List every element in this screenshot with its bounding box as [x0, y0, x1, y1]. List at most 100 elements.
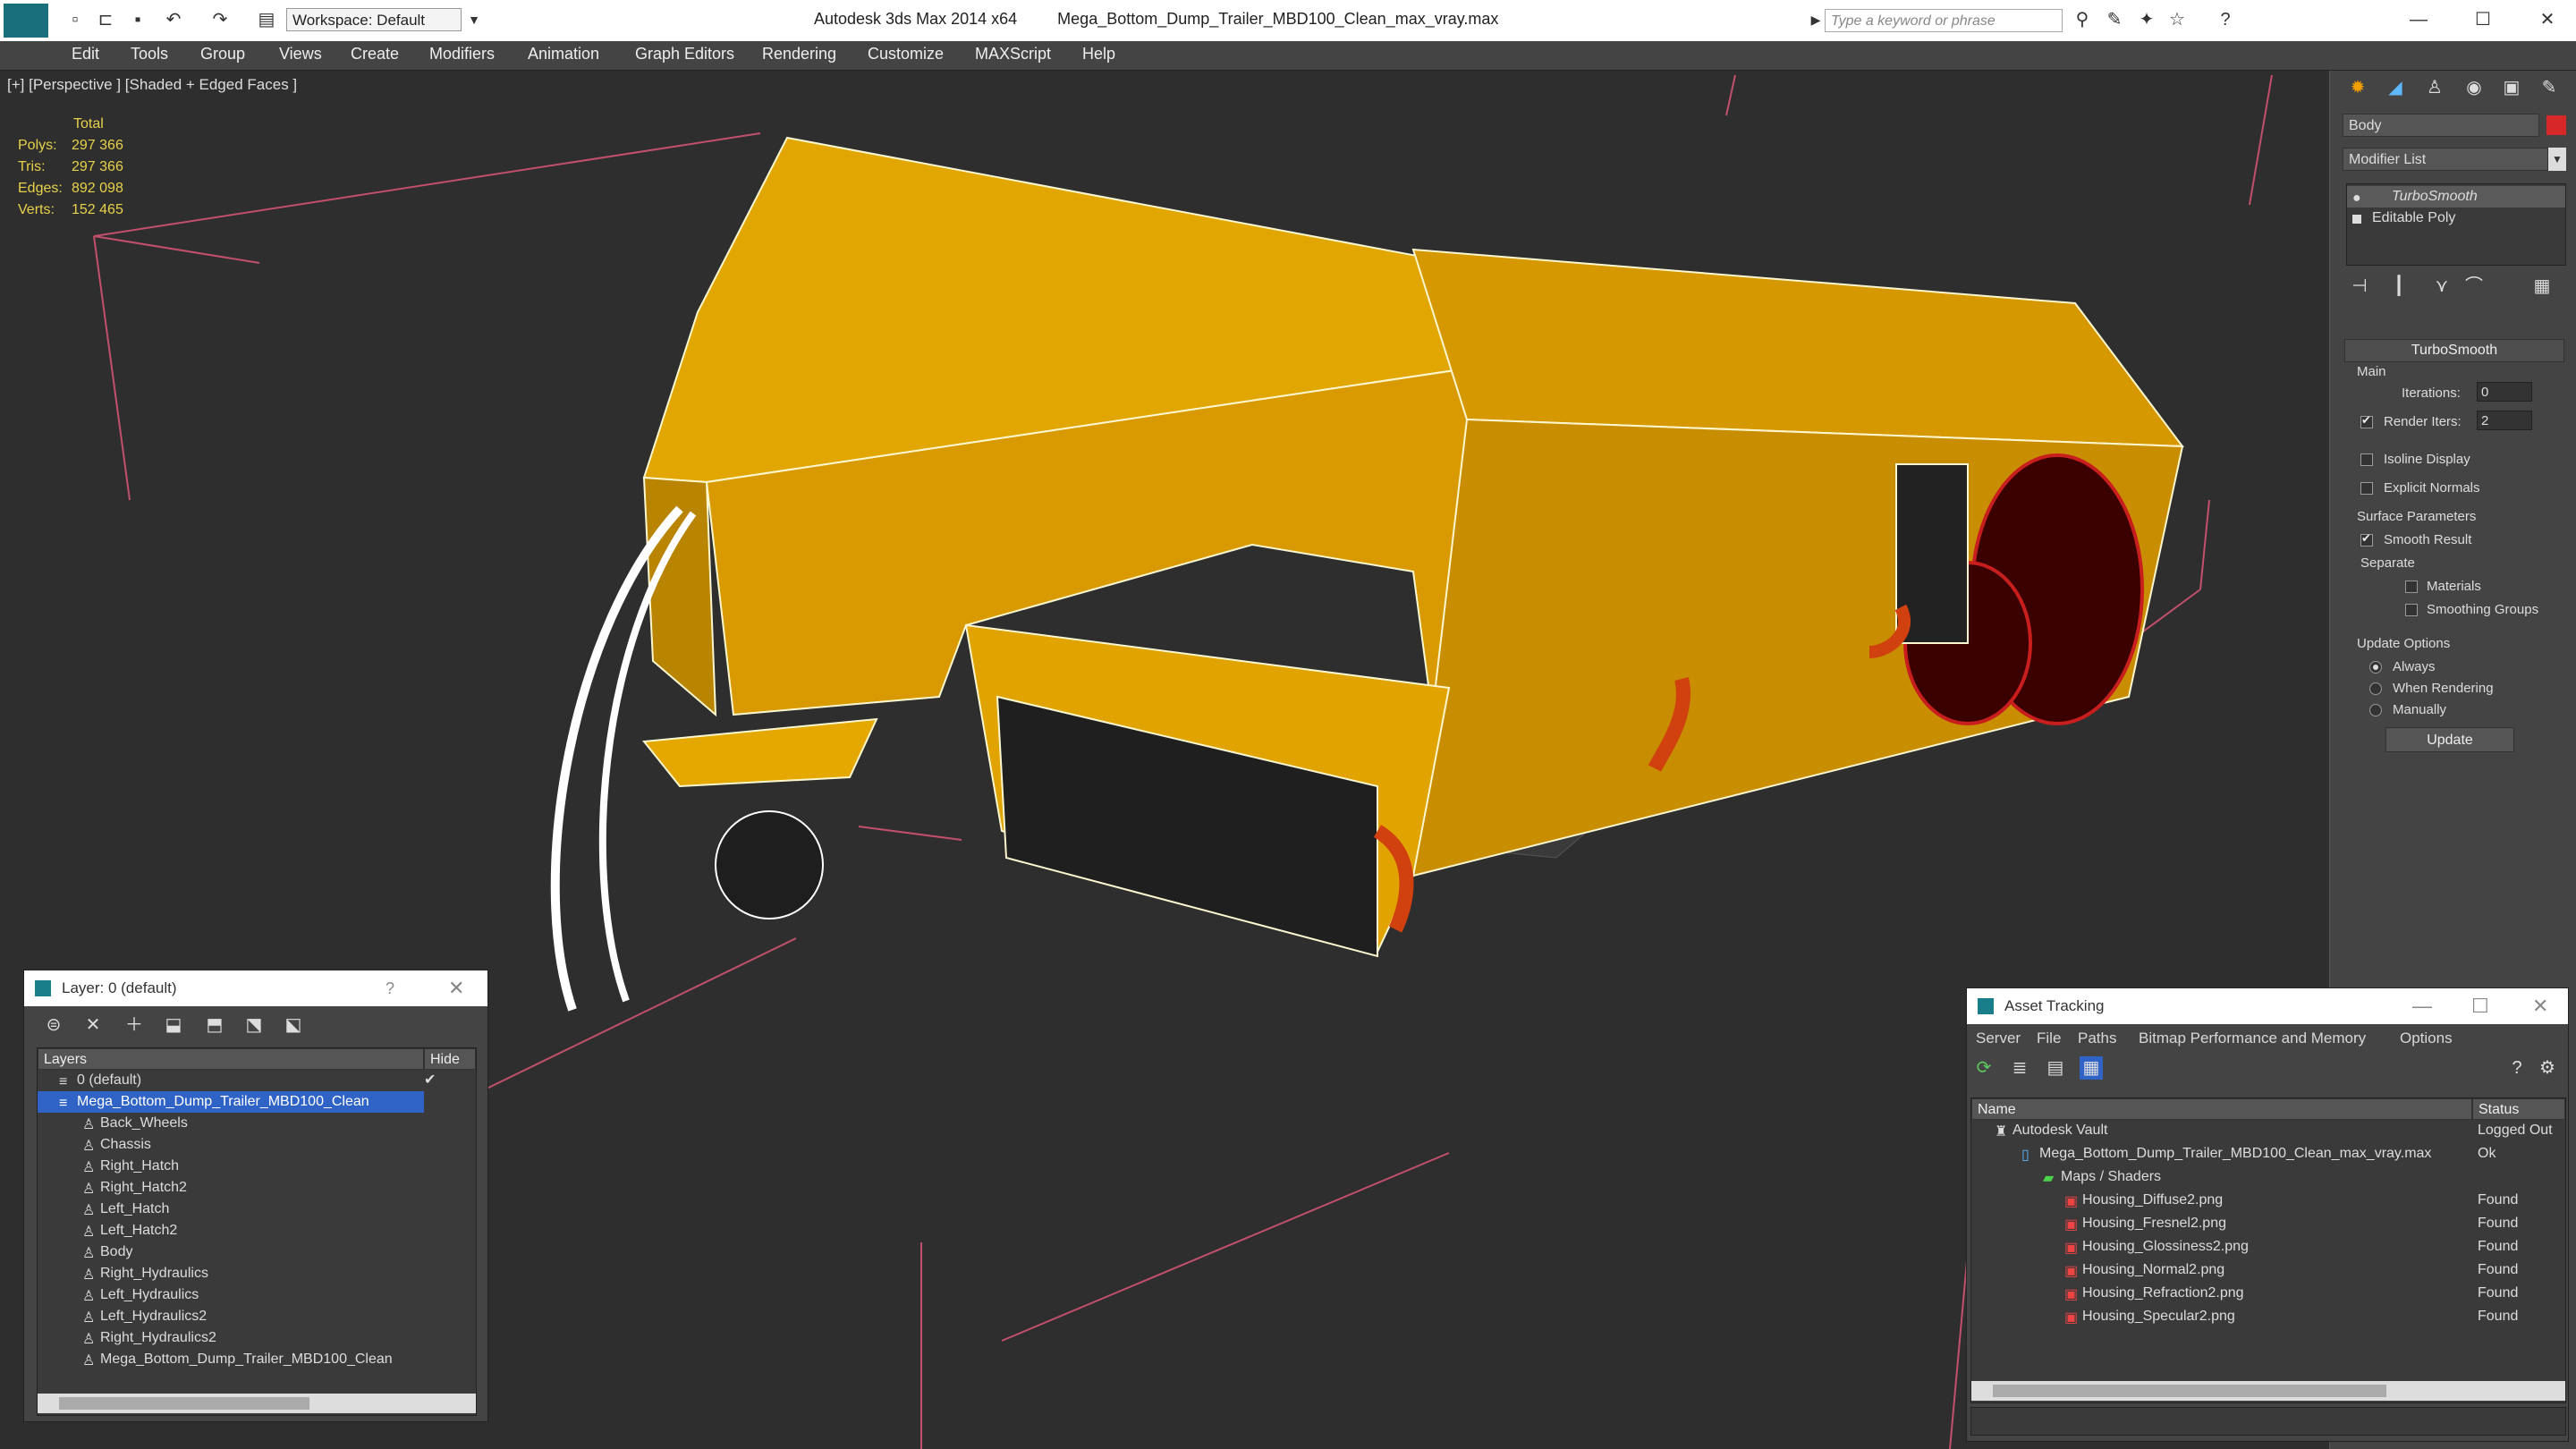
freeze-all-icon[interactable]: ⬕ — [282, 1013, 305, 1037]
menu-maxscript[interactable]: MAXScript — [975, 45, 1051, 64]
motion-tab-icon[interactable]: ◉ — [2462, 76, 2486, 99]
object-color-swatch[interactable] — [2546, 115, 2566, 135]
close-icon[interactable]: ✕ — [448, 970, 464, 1006]
asset-menu-server[interactable]: Server — [1976, 1030, 2021, 1047]
favorites-star-icon[interactable]: ☆ — [2165, 7, 2190, 32]
maximize-icon[interactable]: ☐ — [2471, 988, 2489, 1024]
smoothing-groups-checkbox[interactable] — [2405, 604, 2418, 616]
delete-layer-icon[interactable]: ✕ — [81, 1013, 105, 1037]
update-manually-radio[interactable] — [2369, 704, 2382, 716]
menu-rendering[interactable]: Rendering — [762, 45, 836, 64]
menu-modifiers[interactable]: Modifiers — [429, 45, 495, 64]
stack-item-turbosmooth[interactable]: ● TurboSmooth — [2347, 186, 2565, 208]
render-iters-spinner[interactable]: 2 — [2477, 411, 2532, 430]
grid-view-icon[interactable]: ▦ — [2080, 1056, 2103, 1080]
iterations-spinner[interactable]: 0 — [2477, 382, 2532, 402]
layer-object-row[interactable]: ♙ Chassis — [38, 1134, 476, 1156]
checkmark-icon[interactable]: ✔ — [424, 1070, 436, 1091]
asset-row[interactable]: ▣ Housing_Diffuse2.png Found — [1971, 1190, 2565, 1211]
hide-column-header[interactable]: Hide — [424, 1048, 476, 1070]
name-column-header[interactable]: Name — [1971, 1098, 2472, 1120]
asset-horizontal-scrollbar[interactable] — [1971, 1381, 2565, 1401]
search-input[interactable]: Type a keyword or phrase — [1825, 9, 2063, 32]
workspace-dropdown[interactable]: Workspace: Default — [286, 8, 462, 31]
asset-row[interactable]: ▯ Mega_Bottom_Dump_Trailer_MBD100_Clean_m… — [1971, 1143, 2565, 1165]
undo-icon[interactable]: ↶ — [161, 7, 186, 32]
turbosmooth-rollout-title[interactable]: TurboSmooth — [2344, 339, 2564, 362]
expand-box-icon[interactable] — [2352, 215, 2361, 224]
open-file-icon[interactable]: ⊏ — [93, 7, 118, 32]
layer-object-row[interactable]: ♙ Right_Hydraulics — [38, 1263, 476, 1284]
status-column-header[interactable]: Status — [2472, 1098, 2565, 1120]
object-name-field[interactable]: Body — [2343, 114, 2539, 137]
hierarchy-tab-icon[interactable]: ♙ — [2423, 76, 2446, 99]
asset-menu-paths[interactable]: Paths — [2078, 1030, 2116, 1047]
modifier-list-dropdown[interactable]: Modifier List — [2343, 148, 2548, 171]
asset-scrollbar-thumb[interactable] — [1993, 1385, 2386, 1397]
select-objects-icon[interactable]: ⬓ — [162, 1013, 185, 1037]
close-icon[interactable]: ✕ — [2535, 7, 2560, 32]
layer-row[interactable]: ≡ Mega_Bottom_Dump_Trailer_MBD100_Clean — [38, 1091, 424, 1113]
asset-row[interactable]: ▣ Housing_Refraction2.png Found — [1971, 1283, 2565, 1304]
list-view-icon[interactable]: ≣ — [2008, 1056, 2031, 1080]
asset-menu-options[interactable]: Options — [2400, 1030, 2453, 1047]
layer-object-row[interactable]: ♙ Right_Hydraulics2 — [38, 1327, 476, 1349]
menu-group[interactable]: Group — [200, 45, 245, 64]
maximize-icon[interactable]: ☐ — [2470, 7, 2496, 32]
app-logo-icon[interactable] — [4, 4, 48, 38]
menu-tools[interactable]: Tools — [131, 45, 168, 64]
configure-modifier-sets-icon[interactable]: ▦ — [2530, 275, 2554, 298]
help-icon[interactable]: ? — [386, 970, 394, 1006]
binoculars-icon[interactable]: ⚲ — [2070, 7, 2095, 32]
asset-row[interactable]: ▣ Housing_Normal2.png Found — [1971, 1259, 2565, 1281]
update-when-rendering-radio[interactable] — [2369, 682, 2382, 695]
horizontal-scrollbar[interactable] — [38, 1394, 476, 1413]
project-folder-icon[interactable]: ▤ — [254, 7, 279, 32]
hide-all-icon[interactable]: ⬔ — [242, 1013, 266, 1037]
menu-customize[interactable]: Customize — [868, 45, 944, 64]
help-icon[interactable]: ? — [2505, 1056, 2529, 1080]
settings-icon[interactable]: ⚙ — [2536, 1056, 2559, 1080]
materials-checkbox[interactable] — [2405, 580, 2418, 593]
remove-modifier-icon[interactable]: ⌒ — [2462, 275, 2486, 298]
asset-row[interactable]: ♜ Autodesk Vault Logged Out — [1971, 1120, 2565, 1141]
save-file-icon[interactable]: ▪ — [125, 7, 150, 32]
close-icon[interactable]: ✕ — [2532, 988, 2548, 1024]
workspace-chevron-down-icon[interactable]: ▼ — [462, 7, 487, 32]
modifier-list-chevron-down-icon[interactable]: ▼ — [2548, 148, 2566, 171]
asset-path-field[interactable] — [1970, 1407, 2566, 1436]
modify-tab-curve-icon[interactable]: ◢ — [2384, 76, 2407, 99]
asset-row[interactable]: ▣ Housing_Specular2.png Found — [1971, 1306, 2565, 1327]
highlight-layer-icon[interactable]: ⬒ — [203, 1013, 226, 1037]
menu-animation[interactable]: Animation — [528, 45, 599, 64]
redo-icon[interactable]: ↷ — [208, 7, 233, 32]
layer-object-row[interactable]: ♙ Mega_Bottom_Dump_Trailer_MBD100_Clean — [38, 1349, 476, 1370]
scrollbar-thumb[interactable] — [59, 1397, 309, 1410]
layer-object-row[interactable]: ♙ Left_Hatch2 — [38, 1220, 476, 1241]
update-button[interactable]: Update — [2385, 727, 2514, 752]
layer-row[interactable]: ≡ 0 (default) ✔ — [38, 1070, 476, 1091]
layer-object-row[interactable]: ♙ Right_Hatch — [38, 1156, 476, 1177]
stack-item-editable-poly[interactable]: Editable Poly — [2347, 208, 2565, 229]
communication-icon[interactable]: ✦ — [2134, 7, 2159, 32]
asset-row[interactable]: ▰ Maps / Shaders — [1971, 1166, 2565, 1188]
help-icon[interactable]: ? — [2213, 7, 2238, 32]
make-unique-icon[interactable]: ⋎ — [2430, 275, 2453, 298]
subscription-icon[interactable]: ✎ — [2102, 7, 2127, 32]
menu-create[interactable]: Create — [351, 45, 399, 64]
table-view-icon[interactable]: ▤ — [2044, 1056, 2067, 1080]
layer-object-row[interactable]: ♙ Back_Wheels — [38, 1113, 476, 1134]
layer-object-row[interactable]: ♙ Right_Hatch2 — [38, 1177, 476, 1199]
asset-row[interactable]: ▣ Housing_Glossiness2.png Found — [1971, 1236, 2565, 1258]
show-end-result-icon[interactable]: ┃ — [2387, 275, 2411, 298]
minimize-icon[interactable]: — — [2406, 7, 2431, 32]
lightbulb-icon[interactable]: ● — [2352, 188, 2365, 206]
utilities-tab-wrench-icon[interactable]: ✎ — [2538, 76, 2561, 99]
explicit-normals-checkbox[interactable] — [2360, 482, 2373, 495]
layer-object-row[interactable]: ♙ Left_Hatch — [38, 1199, 476, 1220]
layer-window-titlebar[interactable]: Layer: 0 (default) ? ✕ — [24, 970, 487, 1006]
menu-help[interactable]: Help — [1082, 45, 1115, 64]
asset-window-titlebar[interactable]: Asset Tracking — ☐ ✕ — [1967, 988, 2568, 1024]
minimize-icon[interactable]: — — [2412, 988, 2432, 1024]
refresh-icon[interactable]: ⟳ — [1972, 1056, 1996, 1080]
